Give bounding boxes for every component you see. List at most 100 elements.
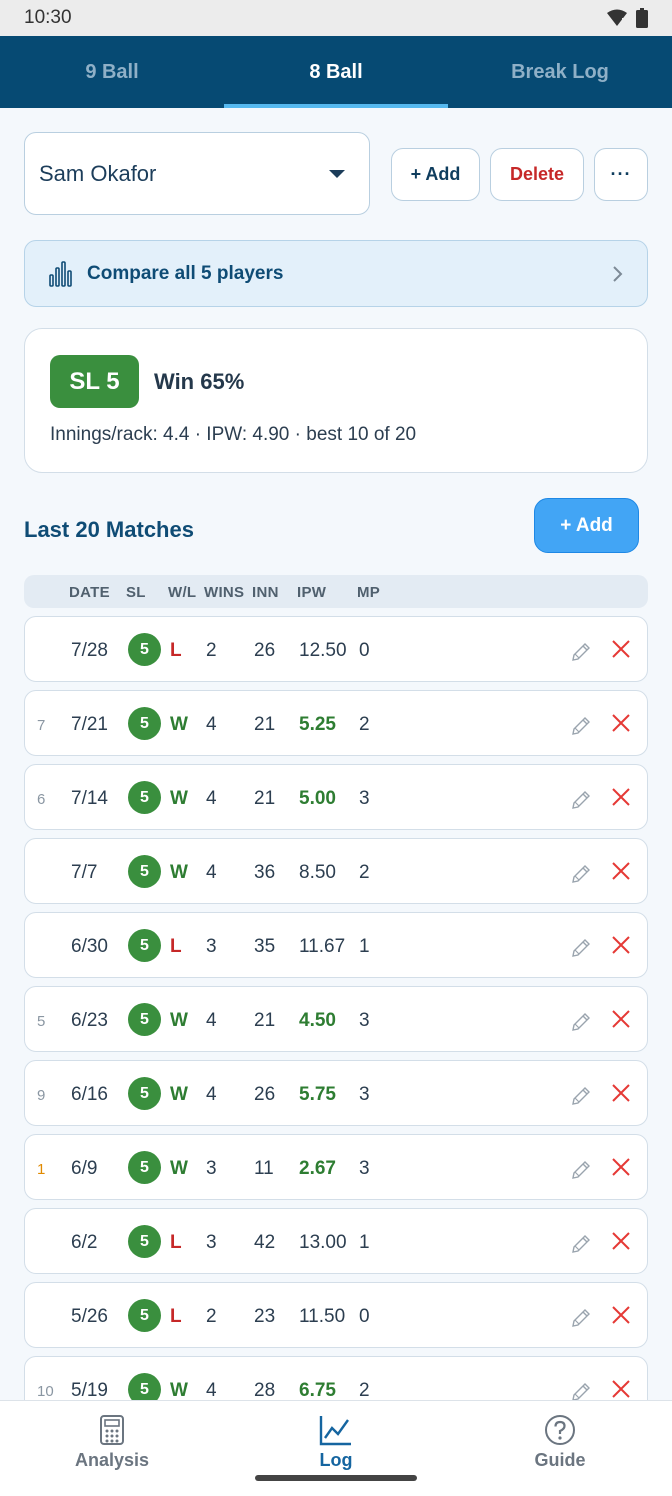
pencil-icon[interactable] xyxy=(571,639,593,667)
table-row[interactable]: 7 5 W 7/21 4 21 5.25 2 xyxy=(24,690,648,756)
match-date: 7/28 xyxy=(71,640,108,661)
nav-log[interactable]: Log xyxy=(224,1401,448,1496)
table-row[interactable]: 5 L 6/30 3 35 11.67 1 xyxy=(24,912,648,978)
pencil-icon[interactable] xyxy=(571,1083,593,1111)
column-header-inn: INN xyxy=(252,584,279,601)
close-icon[interactable] xyxy=(611,1231,631,1257)
match-points: 0 xyxy=(359,1306,370,1327)
match-ipw: 12.50 xyxy=(299,640,347,661)
pencil-icon[interactable] xyxy=(571,1379,593,1400)
home-indicator[interactable] xyxy=(255,1475,417,1481)
table-row[interactable]: 5 5 W 6/23 4 21 4.50 3 xyxy=(24,986,648,1052)
close-icon[interactable] xyxy=(611,1157,631,1183)
win-loss-result: W xyxy=(170,1158,188,1179)
win-loss-result: W xyxy=(170,788,188,809)
pencil-icon[interactable] xyxy=(571,935,593,963)
game-tabs: 9 Ball 8 Ball Break Log xyxy=(0,36,672,108)
chevron-right-icon xyxy=(613,265,623,282)
close-icon[interactable] xyxy=(611,1083,631,1109)
best-rank-indicator: 1 xyxy=(37,1161,46,1178)
table-row[interactable]: 5 L 6/2 3 42 13.00 1 xyxy=(24,1208,648,1274)
best-rank-indicator: 5 xyxy=(37,1013,46,1030)
match-ipw: 2.67 xyxy=(299,1158,336,1179)
match-ipw: 5.00 xyxy=(299,788,336,809)
chevron-down-icon xyxy=(329,169,345,178)
best-rank-indicator: 9 xyxy=(37,1087,46,1104)
wifi-icon xyxy=(607,9,627,26)
skill-level-chip: 5 xyxy=(128,781,161,814)
match-ipw: 11.67 xyxy=(299,936,346,957)
table-row[interactable]: 5 W 7/7 4 36 8.50 2 xyxy=(24,838,648,904)
close-icon[interactable] xyxy=(611,861,631,887)
pencil-icon[interactable] xyxy=(571,1231,593,1259)
match-ipw: 5.25 xyxy=(299,714,336,735)
pencil-icon[interactable] xyxy=(571,1305,593,1333)
match-date: 7/14 xyxy=(71,788,108,809)
match-wins: 4 xyxy=(206,1084,217,1105)
tab-9-ball[interactable]: 9 Ball xyxy=(0,36,224,108)
close-icon[interactable] xyxy=(611,787,631,813)
skill-level-badge: SL 5 xyxy=(50,355,139,408)
pencil-icon[interactable] xyxy=(571,787,593,815)
table-row[interactable]: 5 L 7/28 2 26 12.50 0 xyxy=(24,616,648,682)
table-row[interactable]: 5 L 5/26 2 23 11.50 0 xyxy=(24,1282,648,1348)
match-ipw: 6.75 xyxy=(299,1380,336,1400)
table-row[interactable]: 10 5 W 5/19 4 28 6.75 2 xyxy=(24,1356,648,1400)
bar-chart-icon xyxy=(49,260,72,287)
table-row[interactable]: 1 5 W 6/9 3 11 2.67 3 xyxy=(24,1134,648,1200)
close-icon[interactable] xyxy=(611,1379,631,1400)
compare-players-label: Compare all 5 players xyxy=(87,262,284,284)
matches-section-title: Last 20 Matches xyxy=(24,517,194,542)
pencil-icon[interactable] xyxy=(571,1157,593,1185)
add-match-button[interactable]: + Add xyxy=(534,498,639,553)
skill-level-chip: 5 xyxy=(128,855,161,888)
match-ipw: 11.50 xyxy=(299,1306,346,1327)
match-points: 1 xyxy=(359,1232,370,1253)
nav-guide[interactable]: Guide xyxy=(448,1401,672,1496)
delete-player-button[interactable]: Delete xyxy=(490,148,584,201)
match-points: 3 xyxy=(359,788,370,809)
column-header-wl: W/L xyxy=(168,584,197,601)
pencil-icon[interactable] xyxy=(571,1009,593,1037)
match-wins: 3 xyxy=(206,936,217,957)
win-loss-result: W xyxy=(170,714,188,735)
table-row[interactable]: 9 5 W 6/16 4 26 5.75 3 xyxy=(24,1060,648,1126)
match-points: 2 xyxy=(359,714,370,735)
battery-icon xyxy=(636,8,648,28)
close-icon[interactable] xyxy=(611,1305,631,1331)
table-row[interactable]: 6 5 W 7/14 4 21 5.00 3 xyxy=(24,764,648,830)
win-loss-result: W xyxy=(170,1380,188,1400)
close-icon[interactable] xyxy=(611,935,631,961)
player-dropdown[interactable]: Sam Okafor xyxy=(24,132,370,215)
match-points: 0 xyxy=(359,640,370,661)
win-percentage: Win 65% xyxy=(154,369,245,394)
close-icon[interactable] xyxy=(611,1009,631,1035)
win-loss-result: W xyxy=(170,1084,188,1105)
pencil-icon[interactable] xyxy=(571,861,593,889)
more-options-button[interactable]: ··· xyxy=(594,148,648,201)
compare-players-bar[interactable]: Compare all 5 players xyxy=(24,240,648,307)
pencil-icon[interactable] xyxy=(571,713,593,741)
nav-log-label: Log xyxy=(319,1450,353,1470)
match-innings: 21 xyxy=(254,1010,276,1031)
column-header-wins: WINS xyxy=(204,584,245,601)
tab-break-log[interactable]: Break Log xyxy=(448,36,672,108)
skill-level-chip: 5 xyxy=(128,707,161,740)
status-icons xyxy=(606,8,648,28)
match-ipw: 8.50 xyxy=(299,862,336,883)
match-ipw: 13.00 xyxy=(299,1232,347,1253)
match-points: 3 xyxy=(359,1010,370,1031)
nav-analysis[interactable]: Analysis xyxy=(0,1401,224,1496)
skill-level-chip: 5 xyxy=(128,929,161,962)
column-header-ipw: IPW xyxy=(297,584,327,601)
skill-level-chip: 5 xyxy=(128,633,161,666)
win-loss-result: L xyxy=(170,1306,182,1327)
close-icon[interactable] xyxy=(611,639,631,665)
tab-8-ball[interactable]: 8 Ball xyxy=(224,36,448,108)
match-date: 6/16 xyxy=(71,1084,108,1105)
player-summary-card: SL 5 Win 65% Innings/rack: 4.4 · IPW: 4.… xyxy=(24,328,648,473)
close-icon[interactable] xyxy=(611,713,631,739)
add-player-button[interactable]: + Add xyxy=(391,148,480,201)
match-date: 6/9 xyxy=(71,1158,98,1179)
match-wins: 4 xyxy=(206,714,217,735)
